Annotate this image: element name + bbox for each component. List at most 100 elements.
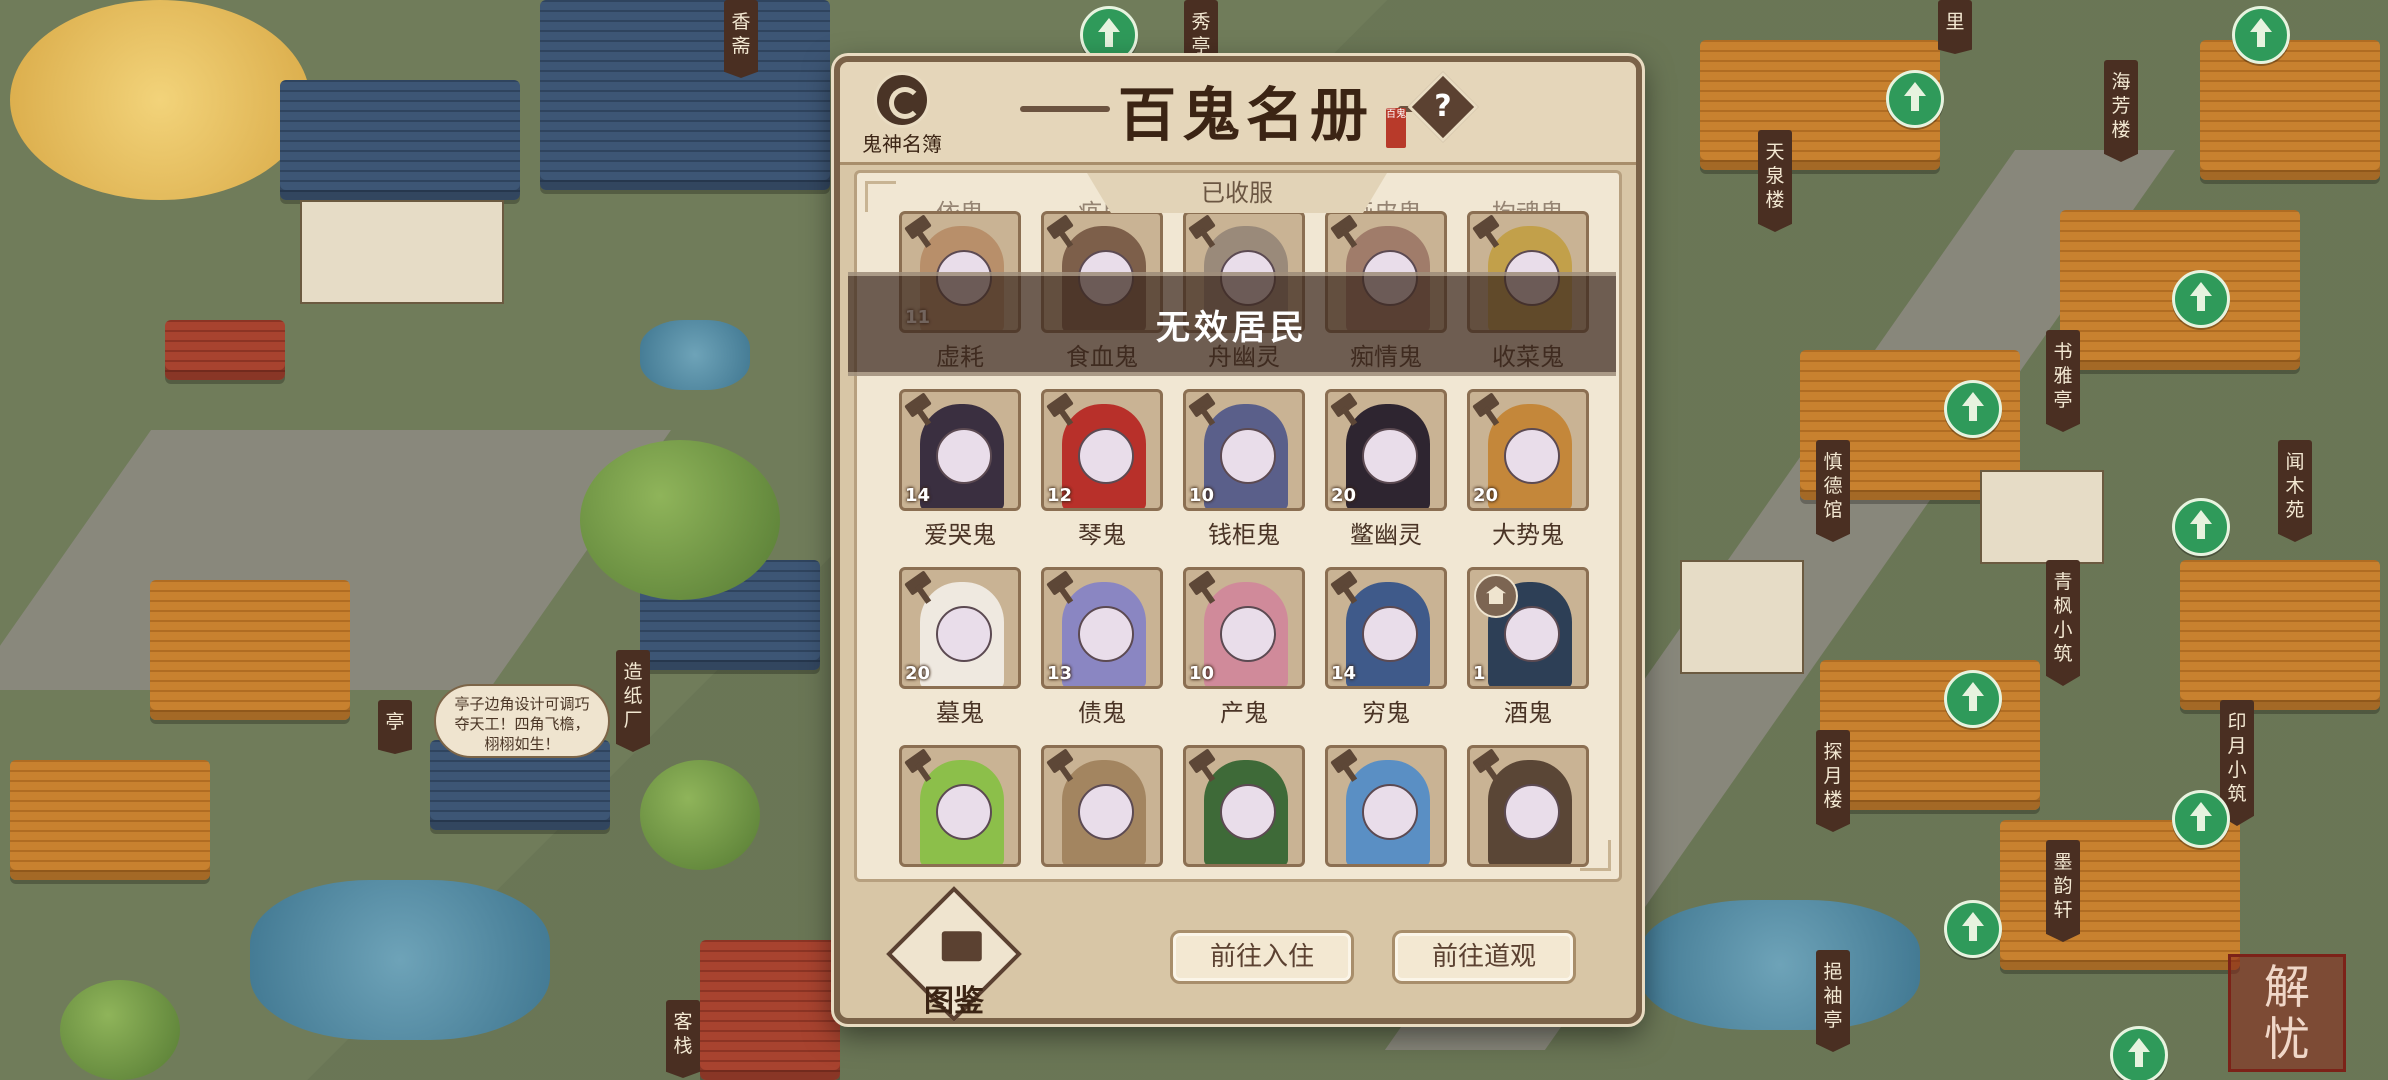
hammer-icon: [1332, 218, 1366, 248]
ghost-name: 钱柜鬼: [1208, 521, 1280, 549]
ghost-face: [1362, 784, 1418, 840]
ghost-name: 产鬼: [1220, 699, 1268, 727]
ghost-book-button[interactable]: 鬼神名簿: [856, 72, 948, 160]
seal-char: 忧: [2264, 1012, 2310, 1066]
signpost[interactable]: 客栈: [666, 1000, 700, 1078]
upgrade-arrow-icon[interactable]: [1944, 670, 2002, 728]
signpost[interactable]: 亭: [378, 700, 412, 754]
move-in-button[interactable]: 前往入住: [1170, 930, 1354, 984]
ghost-name: 鳖幽灵: [1350, 521, 1422, 549]
ghost-card[interactable]: 1: [1467, 567, 1589, 689]
ghost-level: 10: [1189, 663, 1215, 684]
upgrade-arrow-icon[interactable]: [2110, 1026, 2168, 1080]
ghost-card[interactable]: 14: [1325, 567, 1447, 689]
signpost[interactable]: 探月楼: [1816, 730, 1850, 832]
hammer-icon: [906, 396, 940, 426]
ghost-level: 20: [905, 663, 931, 684]
dialog-header: 鬼神名簿 百鬼名册 百鬼 ?: [840, 62, 1636, 165]
signpost[interactable]: 挹袖亭: [1816, 950, 1850, 1052]
building-roof: [700, 940, 840, 1080]
hammer-icon: [1474, 218, 1508, 248]
building-roof: [10, 760, 210, 880]
question-mark-icon: ?: [1434, 89, 1452, 124]
ghost-card[interactable]: 20: [1325, 389, 1447, 511]
hammer-icon: [1332, 752, 1366, 782]
ghost-card[interactable]: 14: [899, 389, 1021, 511]
ghost-face: [1078, 784, 1134, 840]
flowering-tree: [10, 0, 310, 200]
hammer-icon: [1190, 752, 1224, 782]
building-wall: [1980, 470, 2104, 564]
ghost-card[interactable]: 10: [1183, 389, 1305, 511]
speech-line: 栩栩如生！: [484, 735, 560, 753]
temple-icon: [1474, 574, 1518, 618]
ghost-name: 琴鬼: [1078, 521, 1126, 549]
ghost-card[interactable]: [1325, 745, 1447, 867]
collected-tab[interactable]: 已收服: [1087, 173, 1387, 213]
ghost-card[interactable]: 13: [1041, 567, 1163, 689]
ghost-level: 12: [1047, 485, 1073, 506]
hammer-icon: [1190, 396, 1224, 426]
ghost-face: [1504, 606, 1560, 662]
upgrade-arrow-icon[interactable]: [1944, 900, 2002, 958]
hammer-icon: [906, 752, 940, 782]
signpost[interactable]: 造纸厂: [616, 650, 650, 752]
hammer-icon: [1048, 752, 1082, 782]
ghost-card[interactable]: [1467, 745, 1589, 867]
signpost[interactable]: 里: [1938, 0, 1972, 54]
go-temple-button[interactable]: 前往道观: [1392, 930, 1576, 984]
signpost[interactable]: 海芳楼: [2104, 60, 2138, 162]
tree: [580, 440, 780, 600]
signpost[interactable]: 墨韵轩: [2046, 840, 2080, 942]
ghost-face: [1078, 428, 1134, 484]
title-stamp: 百鬼: [1386, 108, 1406, 148]
building-roof: [540, 0, 830, 190]
ghost-face: [1220, 606, 1276, 662]
ghost-book-label: 鬼神名簿: [862, 132, 942, 156]
ghost-name: 债鬼: [1078, 699, 1126, 727]
ghost-level: 14: [1331, 663, 1357, 684]
upgrade-arrow-icon[interactable]: [1944, 380, 2002, 438]
ghost-card[interactable]: [1183, 745, 1305, 867]
building-roof: [2180, 560, 2380, 710]
signpost[interactable]: 香斋: [724, 0, 758, 78]
ghost-name: 大势鬼: [1492, 521, 1564, 549]
signpost[interactable]: 青枫小筑: [2046, 560, 2080, 686]
dialog-footer: 图鉴 前往入住 前往道观: [840, 886, 1636, 1022]
hammer-icon: [1332, 396, 1366, 426]
signpost[interactable]: 天泉楼: [1758, 130, 1792, 232]
ghost-card[interactable]: [1041, 745, 1163, 867]
signpost[interactable]: 慎德馆: [1816, 440, 1850, 542]
upgrade-arrow-icon[interactable]: [2172, 790, 2230, 848]
ghost-card[interactable]: 12: [1041, 389, 1163, 511]
ghost-name: 爱哭鬼: [924, 521, 996, 549]
corner-seal-button[interactable]: 解 忧: [2228, 954, 2346, 1072]
title-ornament: [1020, 106, 1110, 112]
ghost-card[interactable]: 20: [1467, 389, 1589, 511]
dialog-title: 百鬼名册: [1117, 81, 1374, 149]
ghost-level: 20: [1473, 485, 1499, 506]
upgrade-arrow-icon[interactable]: [2172, 498, 2230, 556]
hammer-icon: [1332, 574, 1366, 604]
ghost-face: [936, 428, 992, 484]
codex-label: 图鉴: [924, 984, 984, 1019]
ghost-face: [1362, 606, 1418, 662]
upgrade-arrow-icon[interactable]: [2232, 6, 2290, 64]
ghost-card[interactable]: 10: [1183, 567, 1305, 689]
speech-line: 夺天工！四角飞檐，: [454, 715, 590, 733]
ghost-face: [1220, 784, 1276, 840]
help-button[interactable]: ?: [1407, 71, 1479, 143]
hammer-icon: [1048, 396, 1082, 426]
ghost-face: [936, 784, 992, 840]
upgrade-arrow-icon[interactable]: [1886, 70, 1944, 128]
signpost[interactable]: 书雅亭: [2046, 330, 2080, 432]
signpost[interactable]: 闻木苑: [2278, 440, 2312, 542]
ghost-card[interactable]: 20: [899, 567, 1021, 689]
ghost-registry-dialog: 鬼神名簿 百鬼名册 百鬼 ? 依鬼 疫鬼 庆多 画皮鬼 拘魂鬼 11虚耗食血鬼舟…: [834, 56, 1642, 1024]
codex-button[interactable]: 图鉴: [886, 886, 1022, 1022]
pond: [1640, 900, 1920, 1030]
upgrade-arrow-icon[interactable]: [2172, 270, 2230, 328]
ghost-card[interactable]: [899, 745, 1021, 867]
ghost-face: [1362, 428, 1418, 484]
building-wall: [300, 200, 504, 304]
